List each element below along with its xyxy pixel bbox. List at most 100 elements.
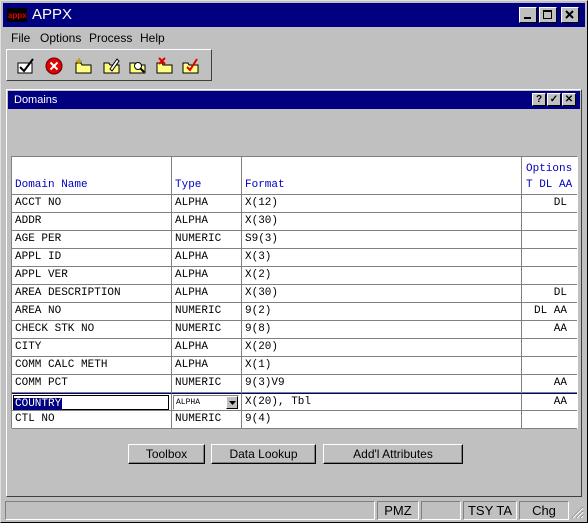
menu-options[interactable]: Options xyxy=(40,31,81,45)
type-cell[interactable]: NUMERIC xyxy=(172,411,242,429)
menu-help[interactable]: Help xyxy=(140,31,165,45)
table-row[interactable]: COUNTRY ALPHA X(20), Tbl AA xyxy=(12,393,577,411)
maximize-button[interactable] xyxy=(539,7,557,23)
table-row[interactable]: ADDR ALPHA X(30) xyxy=(12,213,577,231)
format-cell[interactable]: X(30) xyxy=(242,213,522,231)
type-select[interactable]: ALPHA xyxy=(172,393,242,411)
domain-name-cell[interactable]: AREA NO xyxy=(12,303,172,321)
close-button[interactable] xyxy=(561,7,579,23)
toolbox-button[interactable]: Toolbox xyxy=(128,444,205,464)
domain-name-cell[interactable]: ADDR xyxy=(12,213,172,231)
search-folder-icon xyxy=(129,62,146,74)
type-cell[interactable]: ALPHA xyxy=(172,357,242,375)
menu-bar: File Options Process Help xyxy=(3,28,585,47)
format-cell[interactable]: 9(8) xyxy=(242,321,522,339)
close-icon: ✕ xyxy=(564,93,574,105)
data-lookup-button[interactable]: Data Lookup xyxy=(211,444,316,464)
options-cell[interactable] xyxy=(522,267,577,285)
new-folder-icon xyxy=(75,58,92,74)
menu-file[interactable]: File xyxy=(11,31,30,45)
options-cell[interactable]: DL xyxy=(522,195,577,213)
format-cell[interactable]: X(20), Tbl xyxy=(242,393,522,411)
options-cell[interactable]: DL AA xyxy=(522,303,577,321)
title-bar[interactable]: appx APPX xyxy=(3,3,585,27)
domain-name-cell[interactable]: AREA DESCRIPTION xyxy=(12,285,172,303)
type-cell[interactable]: NUMERIC xyxy=(172,375,242,393)
mark-tool-button[interactable] xyxy=(180,55,202,77)
format-cell[interactable]: X(20) xyxy=(242,339,522,357)
format-cell[interactable]: 9(4) xyxy=(242,411,522,429)
domain-name-cell[interactable]: CTL NO xyxy=(12,411,172,429)
table-row[interactable]: AREA DESCRIPTION ALPHA X(30) DL xyxy=(12,285,577,303)
format-cell[interactable]: X(2) xyxy=(242,267,522,285)
help-button[interactable]: ? xyxy=(532,93,546,106)
options-cell[interactable]: DL xyxy=(522,285,577,303)
table-row[interactable]: COMM PCT NUMERIC 9(3)V9 AA xyxy=(12,375,577,393)
domain-name-cell[interactable]: ACCT NO xyxy=(12,195,172,213)
format-cell[interactable]: X(3) xyxy=(242,249,522,267)
addl-attributes-button[interactable]: Add'l Attributes xyxy=(323,444,463,464)
header-options-title: Options xyxy=(526,163,573,175)
minimize-button[interactable] xyxy=(519,7,537,23)
options-cell[interactable] xyxy=(522,213,577,231)
domain-name-cell[interactable]: APPL ID xyxy=(12,249,172,267)
table-row[interactable]: AGE PER NUMERIC S9(3) xyxy=(12,231,577,249)
options-cell[interactable]: AA xyxy=(522,321,577,339)
format-cell[interactable]: 9(2) xyxy=(242,303,522,321)
resize-grip-icon[interactable] xyxy=(571,506,584,519)
svg-text:appx: appx xyxy=(8,11,27,20)
table-row[interactable]: APPL ID ALPHA X(3) xyxy=(12,249,577,267)
format-cell[interactable]: 9(3)V9 xyxy=(242,375,522,393)
domain-name-input[interactable]: COUNTRY xyxy=(12,393,172,411)
type-cell[interactable]: ALPHA xyxy=(172,249,242,267)
options-cell[interactable] xyxy=(522,357,577,375)
type-cell[interactable]: ALPHA xyxy=(172,285,242,303)
options-cell[interactable] xyxy=(522,411,577,429)
table-row[interactable]: CHECK STK NO NUMERIC 9(8) AA xyxy=(12,321,577,339)
type-combo[interactable]: ALPHA xyxy=(173,395,239,410)
domain-name-cell[interactable]: COMM PCT xyxy=(12,375,172,393)
format-cell[interactable]: X(30) xyxy=(242,285,522,303)
cancel-tool-button[interactable] xyxy=(43,55,65,77)
add-tool-button[interactable] xyxy=(73,55,95,77)
domain-name-cell[interactable]: CITY xyxy=(12,339,172,357)
format-cell[interactable]: X(1) xyxy=(242,357,522,375)
ok-tool-button[interactable] xyxy=(15,55,37,77)
ok-button[interactable]: ✓ xyxy=(547,93,561,106)
type-cell[interactable]: ALPHA xyxy=(172,195,242,213)
type-cell[interactable]: NUMERIC xyxy=(172,231,242,249)
type-cell[interactable]: ALPHA xyxy=(172,267,242,285)
domain-name-cell[interactable]: AGE PER xyxy=(12,231,172,249)
type-cell[interactable]: NUMERIC xyxy=(172,321,242,339)
table-row[interactable]: AREA NO NUMERIC 9(2) DL AA xyxy=(12,303,577,321)
table-row[interactable]: CITY ALPHA X(20) xyxy=(12,339,577,357)
header-format: Format xyxy=(242,157,522,195)
format-cell[interactable]: S9(3) xyxy=(242,231,522,249)
domain-name-cell[interactable]: CHECK STK NO xyxy=(12,321,172,339)
domain-name-cell[interactable]: COMM CALC METH xyxy=(12,357,172,375)
inquire-tool-button[interactable] xyxy=(127,55,149,77)
delete-tool-button[interactable] xyxy=(154,55,176,77)
table-row[interactable]: ACCT NO ALPHA X(12) DL xyxy=(12,195,577,213)
change-tool-button[interactable] xyxy=(101,55,123,77)
type-cell[interactable]: NUMERIC xyxy=(172,303,242,321)
type-cell[interactable]: ALPHA xyxy=(172,213,242,231)
options-cell[interactable] xyxy=(522,339,577,357)
minimize-icon xyxy=(524,17,531,19)
child-close-button[interactable]: ✕ xyxy=(562,93,576,106)
type-cell[interactable]: ALPHA xyxy=(172,339,242,357)
table-row[interactable]: COMM CALC METH ALPHA X(1) xyxy=(12,357,577,375)
domains-title-bar[interactable]: Domains ? ✓ ✕ xyxy=(8,91,580,109)
table-row[interactable]: APPL VER ALPHA X(2) xyxy=(12,267,577,285)
cancel-icon xyxy=(45,57,63,75)
format-cell[interactable]: X(12) xyxy=(242,195,522,213)
table-row[interactable]: CTL NO NUMERIC 9(4) xyxy=(12,411,577,429)
options-cell[interactable]: AA xyxy=(522,393,577,411)
options-cell[interactable] xyxy=(522,249,577,267)
menu-process[interactable]: Process xyxy=(89,31,132,45)
options-cell[interactable] xyxy=(522,231,577,249)
dropdown-arrow-button[interactable] xyxy=(226,396,238,409)
domain-name-cell[interactable]: APPL VER xyxy=(12,267,172,285)
options-cell[interactable]: AA xyxy=(522,375,577,393)
domain-name-field[interactable]: COUNTRY xyxy=(13,395,169,410)
